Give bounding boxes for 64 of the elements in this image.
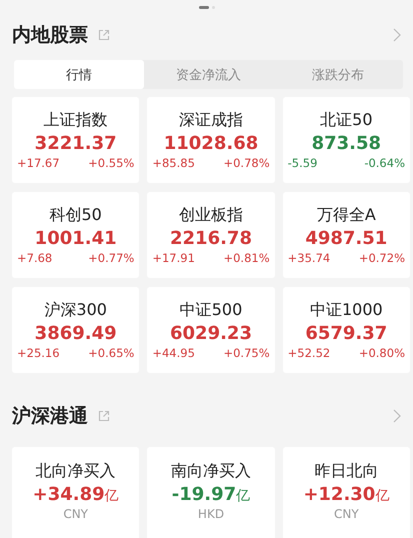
index-value: 3869.49: [34, 323, 117, 344]
change-value: -5.59: [288, 156, 318, 170]
change-percent: +0.72%: [358, 251, 405, 265]
flow-name: 北向净买入: [36, 461, 116, 482]
change-percent: +0.78%: [223, 156, 270, 170]
index-card[interactable]: 北证50 873.58 -5.59 -0.64%: [282, 97, 410, 183]
index-name: 深证成指: [178, 110, 243, 131]
change-percent: +0.55%: [88, 156, 134, 170]
flow-name: 南向净买入: [170, 461, 251, 482]
change-value: +17.91: [152, 251, 195, 265]
index-value: 1001.41: [34, 228, 117, 249]
flow-name: 昨日北向: [314, 461, 378, 482]
index-card[interactable]: 上证指数 3221.37 +17.67 +0.55%: [12, 97, 140, 183]
currency-label: HKD: [198, 507, 224, 521]
chevron-right-icon[interactable]: [393, 28, 401, 42]
index-name: 科创50: [49, 205, 102, 226]
index-name: 沪深300: [44, 300, 107, 321]
index-value: 11028.68: [164, 133, 258, 154]
share-icon[interactable]: [98, 410, 110, 422]
change-value: +25.16: [17, 346, 60, 360]
index-card[interactable]: 科创50 1001.41 +7.68 +0.77%: [12, 192, 140, 278]
tab[interactable]: 行情: [14, 60, 144, 89]
flow-card[interactable]: 昨日北向 +12.30亿 CNY: [282, 447, 410, 538]
change-value: +17.67: [17, 156, 60, 170]
index-name: 创业板指: [178, 205, 243, 226]
flow-value: -19.97亿: [172, 484, 250, 505]
change-value: +35.74: [288, 251, 330, 265]
index-name: 万得全A: [316, 205, 376, 226]
chevron-right-icon[interactable]: [393, 409, 401, 423]
index-value: 6579.37: [305, 323, 388, 344]
flow-value: +34.89亿: [32, 484, 119, 505]
index-card[interactable]: 中证1000 6579.37 +52.52 +0.80%: [282, 287, 410, 373]
index-card[interactable]: 创业板指 2216.78 +17.91 +0.81%: [147, 192, 275, 278]
change-value: +85.85: [152, 156, 195, 170]
change-value: +52.52: [288, 346, 330, 360]
currency-label: CNY: [63, 507, 88, 521]
index-card[interactable]: 沪深300 3869.49 +25.16 +0.65%: [12, 287, 140, 373]
index-value: 3221.37: [34, 133, 117, 154]
currency-label: CNY: [334, 507, 359, 521]
index-value: 873.58: [312, 133, 382, 154]
change-value: +44.95: [152, 346, 195, 360]
change-percent: -0.64%: [364, 156, 405, 170]
index-name: 北证50: [320, 110, 372, 131]
index-card[interactable]: 深证成指 11028.68 +85.85 +0.78%: [147, 97, 275, 183]
index-name: 中证1000: [310, 300, 383, 321]
index-value: 2216.78: [170, 228, 252, 249]
flow-value: +12.30亿: [303, 484, 390, 505]
change-percent: +0.65%: [88, 346, 134, 360]
index-name: 中证500: [180, 300, 242, 321]
index-value: 6029.23: [170, 323, 252, 344]
index-card[interactable]: 万得全A 4987.51 +35.74 +0.72%: [282, 192, 410, 278]
index-card[interactable]: 中证500 6029.23 +44.95 +0.75%: [147, 287, 275, 373]
share-icon[interactable]: [98, 29, 110, 41]
change-value: +7.68: [17, 251, 52, 265]
section-title: 内地股票: [12, 23, 88, 48]
change-percent: +0.77%: [88, 251, 134, 265]
change-percent: +0.80%: [358, 346, 405, 360]
flow-card[interactable]: 南向净买入 -19.97亿 HKD: [147, 447, 275, 538]
flow-card[interactable]: 北向净买入 +34.89亿 CNY: [12, 447, 140, 538]
change-percent: +0.81%: [223, 251, 270, 265]
index-value: 4987.51: [305, 228, 388, 249]
index-name: 上证指数: [44, 110, 108, 131]
change-percent: +0.75%: [223, 346, 270, 360]
section-title: 沪深港通: [12, 404, 88, 429]
